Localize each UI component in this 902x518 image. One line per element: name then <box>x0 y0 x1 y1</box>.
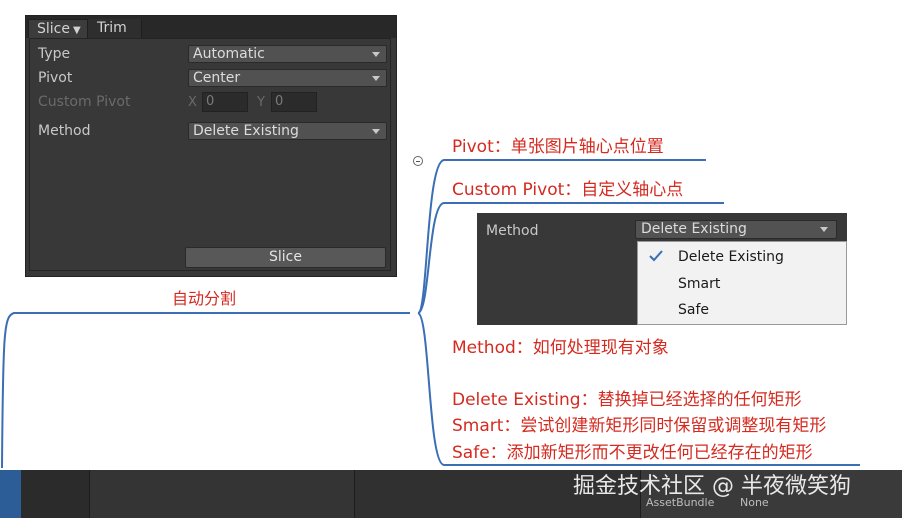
slice-settings: Type Automatic Pivot Center Custom Pivot… <box>29 38 391 271</box>
slice-panel: Slice ▼ Trim Type Automatic Pivot Center … <box>25 15 397 277</box>
safe-annotation: Safe：添加新矩形而不更改任何已经存在的矩形 <box>452 443 813 463</box>
delete-existing-annotation: Delete Existing：替换掉已经选择的任何矩形 <box>452 390 802 410</box>
custom-pivot-x-label: X <box>188 95 197 110</box>
tab-slice[interactable]: Slice ▼ <box>28 19 88 38</box>
pivot-dropdown[interactable]: Center <box>188 69 387 87</box>
pivot-dropdown-value: Center <box>193 70 241 86</box>
smart-annotation: Smart：尝试创建新矩形同时保留或调整现有矩形 <box>452 416 827 436</box>
inset-method-value: Delete Existing <box>641 221 747 237</box>
menu-item-delete-existing[interactable]: Delete Existing <box>678 249 784 265</box>
custom-pivot-annotation: Custom Pivot：自定义轴心点 <box>452 180 684 200</box>
custom-pivot-label: Custom Pivot <box>38 94 131 110</box>
menu-item-smart[interactable]: Smart <box>678 276 720 292</box>
method-dropdown-value: Delete Existing <box>193 123 299 139</box>
bottom-bar: AssetBundle None 掘金技术社区 @ 半夜微笑狗 <box>0 470 902 518</box>
inset-method-dropdown[interactable]: Delete Existing <box>635 220 837 239</box>
tab-bar: Slice ▼ Trim <box>26 16 396 38</box>
slice-button[interactable]: Slice <box>185 247 386 268</box>
method-annotation: Method：如何处理现有对象 <box>452 338 669 358</box>
menu-item-safe[interactable]: Safe <box>678 302 709 318</box>
method-dropdown[interactable]: Delete Existing <box>188 122 387 140</box>
dropdown-arrow-icon <box>372 129 380 134</box>
caret-down-icon: ▼ <box>72 25 81 36</box>
dropdown-arrow-icon <box>372 52 380 57</box>
tab-slice-label: Slice <box>37 21 70 37</box>
custom-pivot-y-field[interactable]: 0 <box>271 92 317 112</box>
tab-trim-label: Trim <box>97 20 127 36</box>
collapse-node-icon[interactable] <box>413 156 423 166</box>
type-dropdown[interactable]: Automatic <box>188 45 387 63</box>
method-label: Method <box>38 123 91 139</box>
method-dropdown-inset: Method Delete Existing Delete Existing S… <box>477 213 847 325</box>
auto-slice-caption: 自动分割 <box>172 289 237 308</box>
custom-pivot-y-label: Y <box>257 95 265 110</box>
pivot-label: Pivot <box>38 70 73 86</box>
check-icon <box>649 250 663 262</box>
type-dropdown-value: Automatic <box>193 46 265 62</box>
dropdown-arrow-icon <box>820 227 828 232</box>
custom-pivot-x-field[interactable]: 0 <box>202 92 248 112</box>
method-options-menu: Delete Existing Smart Safe <box>637 241 847 325</box>
dropdown-arrow-icon <box>372 76 380 81</box>
type-label: Type <box>38 46 71 62</box>
tab-trim[interactable]: Trim <box>88 19 142 38</box>
bar-segment <box>89 470 354 518</box>
pivot-annotation: Pivot：单张图片轴心点位置 <box>452 137 664 157</box>
inset-method-label: Method <box>486 223 539 239</box>
taskbar-tile[interactable] <box>0 470 21 518</box>
watermark: 掘金技术社区 @ 半夜微笑狗 <box>573 474 851 499</box>
